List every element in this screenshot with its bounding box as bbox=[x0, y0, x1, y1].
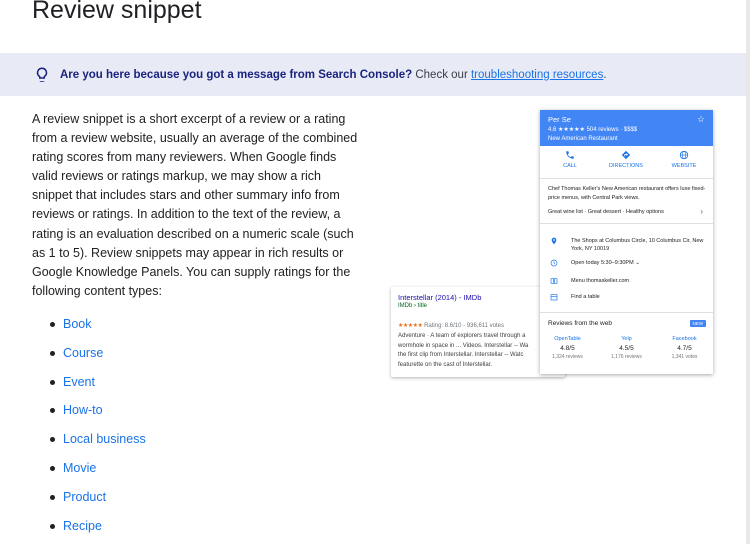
kp-description: Chef Thomas Keller's New American restau… bbox=[548, 186, 706, 201]
content-type-link-book[interactable]: Book bbox=[63, 317, 92, 331]
review-source-name: Yelp bbox=[621, 336, 632, 342]
snippet-line: Adventure · A team of explorers travel t… bbox=[398, 333, 526, 339]
content-type-link-recipe[interactable]: Recipe bbox=[63, 519, 102, 533]
page-scroll-edge bbox=[746, 0, 750, 544]
content-type-link-event[interactable]: Event bbox=[63, 375, 95, 389]
website-label: WEBSITE bbox=[671, 163, 697, 169]
result-url: IMDb › title bbox=[398, 303, 428, 309]
call-label: CALL bbox=[563, 163, 577, 169]
directions-icon bbox=[621, 150, 631, 160]
divider bbox=[540, 223, 713, 224]
kp-hours: Open today 5:30–9:30PM ⌄ bbox=[571, 260, 640, 266]
result-title: Interstellar (2014) - IMDb bbox=[398, 293, 482, 302]
content-type-link-how-to[interactable]: How-to bbox=[63, 403, 103, 417]
kp-actions: CALL DIRECTIONS WEBSITE bbox=[540, 150, 713, 178]
page-title: Review snippet bbox=[32, 0, 202, 24]
troubleshooting-link[interactable]: troubleshooting resources bbox=[471, 69, 603, 81]
content-type-link-movie[interactable]: Movie bbox=[63, 461, 96, 475]
kp-category: New American Restaurant bbox=[548, 136, 618, 142]
notice-text: Are you here because you got a message f… bbox=[60, 69, 607, 81]
review-source-score: 4.8/5 bbox=[560, 345, 575, 352]
kp-menu: Menu thomaskeller.com bbox=[571, 278, 630, 284]
content-type-link-local-business[interactable]: Local business bbox=[63, 432, 146, 446]
knowledge-panel-example: Per Se ☆ 4.6 ★★★★★ 504 reviews · $$$$ Ne… bbox=[540, 110, 713, 374]
rating-text: Rating: 8.6/10 - 936,611 votes bbox=[424, 323, 505, 329]
review-source-count: 1,324 reviews bbox=[552, 354, 583, 360]
review-source: Facebook 4.7/5 1,341 votes bbox=[657, 336, 712, 360]
content-type-link-product[interactable]: Product bbox=[63, 490, 106, 504]
snippet-line: wormhole in space in ... Videos. Interst… bbox=[398, 342, 529, 349]
search-console-notice: Are you here because you got a message f… bbox=[0, 53, 746, 96]
divider bbox=[540, 178, 713, 179]
kp-rating: 4.6 ★★★★★ 504 reviews · $$$$ bbox=[548, 127, 638, 133]
kp-highlights: Great wine list · Great dessert · Health… bbox=[548, 209, 664, 215]
snippet-line: featurette on the cast of Interstellar. bbox=[398, 361, 493, 368]
kp-reviews-title: Reviews from the web bbox=[548, 320, 612, 327]
call-action: CALL bbox=[550, 150, 590, 169]
list-item: Product bbox=[46, 487, 146, 516]
new-badge: NEW bbox=[689, 320, 706, 327]
snippet-line: the first clip from Interstellar. Inters… bbox=[398, 352, 524, 358]
star-outline-icon: ☆ bbox=[696, 114, 705, 124]
phone-icon bbox=[566, 151, 574, 159]
clock-icon bbox=[550, 259, 558, 267]
result-snippet: Adventure · A team of explorers travel t… bbox=[398, 332, 563, 370]
list-item: Movie bbox=[46, 458, 146, 487]
review-source-count: 1,341 votes bbox=[671, 354, 698, 360]
review-source-count: 1,176 reviews bbox=[611, 354, 642, 360]
result-rating: ★★★★★ Rating: 8.6/10 - 936,611 votes bbox=[398, 322, 504, 329]
divider bbox=[540, 312, 713, 313]
review-source-score: 4.5/5 bbox=[619, 345, 634, 352]
list-item: Local business bbox=[46, 429, 146, 458]
list-item: Book bbox=[46, 314, 146, 343]
rating-stars-icon: ★★★★★ bbox=[398, 323, 423, 329]
chevron-right-icon: › bbox=[700, 207, 703, 216]
calendar-icon bbox=[550, 294, 558, 301]
list-item: Recipe bbox=[46, 516, 146, 544]
kp-table: Find a table bbox=[571, 294, 600, 300]
kp-address: The Shops at Columbus Circle, 10 Columbu… bbox=[571, 238, 704, 252]
review-source: Yelp 4.5/5 1,176 reviews bbox=[599, 336, 654, 360]
website-action: WEBSITE bbox=[664, 150, 704, 169]
review-source-name: OpenTable bbox=[554, 336, 581, 342]
location-pin-icon bbox=[551, 237, 557, 245]
list-item: Course bbox=[46, 343, 146, 372]
directions-action: DIRECTIONS bbox=[606, 150, 646, 169]
review-source: OpenTable 4.8/5 1,324 reviews bbox=[540, 336, 595, 360]
notice-suffix: . bbox=[603, 68, 607, 81]
notice-question: Are you here because you got a message f… bbox=[60, 68, 413, 81]
list-item: How-to bbox=[46, 400, 146, 429]
intro-paragraph: A review snippet is a short excerpt of a… bbox=[32, 112, 358, 298]
content-type-list: Book Course Event How-to Local business … bbox=[46, 314, 146, 544]
globe-icon bbox=[679, 150, 689, 160]
directions-label: DIRECTIONS bbox=[609, 163, 643, 169]
review-source-score: 4.7/5 bbox=[677, 345, 692, 352]
review-source-name: Facebook bbox=[672, 336, 697, 342]
kp-header: Per Se ☆ 4.6 ★★★★★ 504 reviews · $$$$ Ne… bbox=[540, 110, 713, 146]
content-type-link-course[interactable]: Course bbox=[63, 346, 103, 360]
lightbulb-icon bbox=[36, 67, 48, 82]
notice-prefix: Check our bbox=[415, 68, 468, 81]
search-result-example: Interstellar (2014) - IMDb IMDb › title … bbox=[391, 287, 565, 377]
list-item: Event bbox=[46, 372, 146, 401]
menu-book-icon bbox=[550, 278, 558, 284]
kp-place-name: Per Se bbox=[548, 115, 571, 124]
